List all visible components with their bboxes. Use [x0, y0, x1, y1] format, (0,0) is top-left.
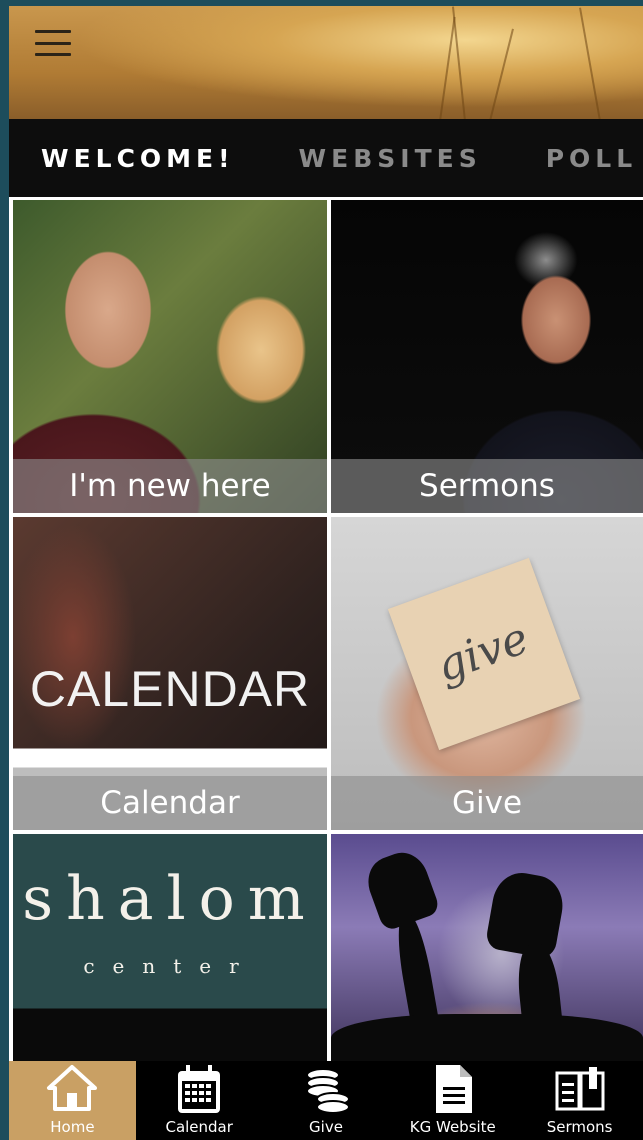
tile-caption: I'm new here — [13, 459, 327, 513]
header-banner — [9, 6, 643, 119]
tab-websites[interactable]: WEBSITES — [299, 144, 482, 173]
nav-calendar[interactable]: Calendar — [136, 1061, 263, 1140]
nav-sermons[interactable]: Sermons — [516, 1061, 643, 1140]
tile-caption: Sermons — [331, 459, 643, 513]
nav-label: Calendar — [165, 1118, 233, 1136]
tile-caption: Calendar — [13, 776, 327, 830]
tab-bar: WELCOME! WEBSITES POLL — [9, 119, 643, 197]
shalom-logo-subtext: center — [83, 954, 257, 978]
wheat-stalk — [451, 6, 466, 119]
hamburger-menu-icon[interactable] — [35, 30, 71, 56]
nav-home[interactable]: Home — [9, 1061, 136, 1140]
tile-give[interactable]: give Give — [331, 517, 643, 830]
crowd-silhouette — [331, 1014, 643, 1067]
wheat-stalk — [489, 28, 514, 119]
nav-label: Home — [50, 1118, 95, 1136]
shalom-logo-text: shalom — [22, 864, 318, 934]
document-icon — [435, 1065, 472, 1113]
wheat-stalk — [439, 16, 456, 119]
tile-im-new-here[interactable]: I'm new here — [13, 200, 327, 513]
tile-sermons[interactable]: Sermons — [331, 200, 643, 513]
nav-label: Sermons — [546, 1118, 613, 1136]
home-icon — [47, 1065, 98, 1111]
tab-poll[interactable]: POLL — [546, 144, 637, 173]
app-screen: WELCOME! WEBSITES POLL I'm new here Serm… — [9, 6, 643, 1140]
nav-label: Give — [309, 1118, 343, 1136]
tile-calendar[interactable]: CALENDAR Calendar — [13, 517, 327, 830]
coins-stack-icon — [305, 1068, 350, 1114]
nav-kg-website[interactable]: KG Website — [389, 1061, 516, 1140]
open-book-icon — [555, 1067, 605, 1111]
calendar-icon — [178, 1065, 221, 1113]
tile-worship[interactable] — [331, 834, 643, 1067]
bottom-nav: Home Calendar Give KG Website Sermons — [9, 1061, 643, 1140]
calendar-image-text: CALENDAR — [29, 661, 311, 717]
tile-grid: I'm new here Sermons CALENDAR Calendar g… — [9, 197, 643, 1067]
wheat-stalk — [579, 7, 601, 119]
tile-shalom-center[interactable]: shalom center — [13, 834, 327, 1067]
nav-label: KG Website — [409, 1118, 496, 1136]
tile-caption: Give — [331, 776, 643, 830]
nav-give[interactable]: Give — [263, 1061, 390, 1140]
tab-welcome[interactable]: WELCOME! — [41, 144, 235, 173]
